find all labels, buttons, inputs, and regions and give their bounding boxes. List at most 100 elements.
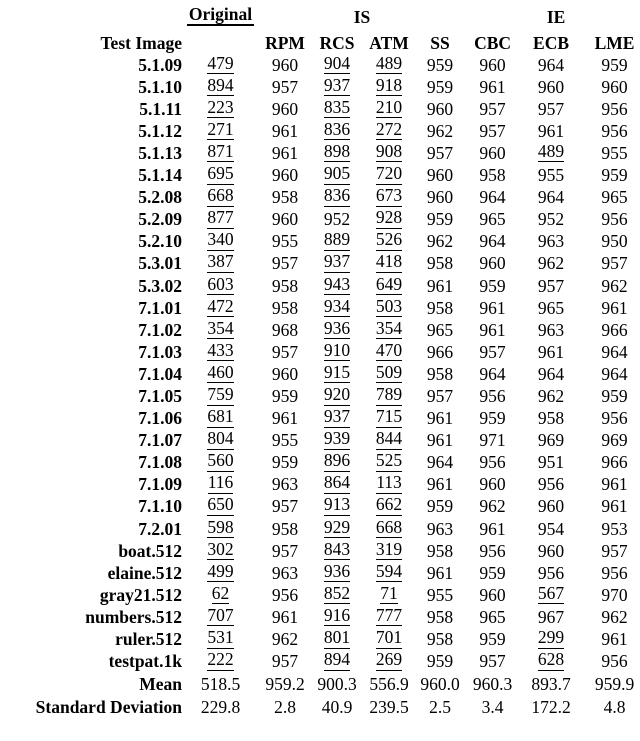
row-label: 7.1.07 [138, 430, 182, 451]
cell-cbc: 965 [465, 207, 520, 229]
cell-cbc: 964 [465, 185, 520, 207]
cell-value: 960 [271, 209, 299, 230]
cell-value: 956 [601, 562, 628, 583]
cell-value: 961 [426, 430, 454, 451]
cell-value: 852 [323, 582, 351, 605]
cell-rcs: 936 [311, 560, 363, 583]
cell-value: 387 [207, 251, 234, 273]
cell-value: 960 [426, 165, 454, 186]
cell-value: 961 [271, 408, 299, 429]
cell-lme: 953 [582, 516, 640, 538]
cell-value: 962 [601, 275, 628, 296]
cell-cbc: 971 [465, 428, 520, 450]
cell-value: 681 [207, 406, 234, 428]
cell-value: 929 [323, 516, 351, 539]
cell-value: 959 [426, 76, 454, 97]
summary-value: 2.5 [429, 697, 451, 718]
cell-value: 961 [479, 76, 506, 97]
summary-value: 959.2 [265, 674, 305, 695]
table-row: 5.3.01 387 957 937 418 958 960 962 957 [0, 251, 640, 273]
summary-value: 556.9 [369, 674, 409, 695]
summary-cell-ss: 960.0 [415, 671, 465, 694]
cell-cbc: 957 [465, 118, 520, 140]
cell-ecb: 951 [520, 450, 582, 472]
cell-value: 960 [426, 98, 454, 119]
table-row: 5.1.14 695 960 905 720 960 958 955 959 [0, 162, 640, 186]
cell-value: 957 [601, 540, 628, 561]
cell-ss: 966 [415, 339, 465, 361]
cell-value: 964 [537, 54, 565, 75]
cell-value: 960 [271, 98, 299, 119]
cell-lme: 959 [582, 162, 640, 184]
cell-value: 299 [537, 627, 565, 649]
cell-value: 961 [601, 496, 628, 517]
cell-cbc: 956 [465, 538, 520, 560]
cell-ecb: 963 [520, 317, 582, 339]
cell-value: 962 [601, 606, 628, 627]
cell-lme: 970 [582, 582, 640, 604]
cell-value: 489 [537, 140, 565, 163]
cell-value: 598 [207, 516, 234, 539]
cell-value: 957 [271, 651, 299, 672]
cell-value: 959 [271, 452, 299, 473]
cell-rcs: 864 [311, 472, 363, 494]
cell-ecb: 961 [520, 339, 582, 361]
table-row: ruler.512 531 962 801 701 958 959 299 961 [0, 626, 640, 650]
cell-value: 937 [323, 251, 351, 273]
cell-rcs: 936 [311, 317, 363, 340]
cell-ecb: 952 [520, 207, 582, 229]
cell-atm: 908 [363, 140, 415, 163]
cell-lme: 962 [582, 273, 640, 295]
cell-atm: 777 [363, 604, 415, 627]
summary-cell-lme: 959.9 [582, 671, 640, 694]
cell-ss: 961 [415, 428, 465, 450]
cell-value: 962 [426, 120, 454, 141]
table-head: Original IS IE Test Image RPM RCS ATM SS… [0, 0, 640, 52]
cell-cbc: 957 [465, 649, 520, 671]
cell-value: 354 [375, 317, 403, 340]
cell-value: 113 [376, 472, 402, 494]
cell-value: 950 [601, 231, 628, 252]
cell-value: 951 [537, 452, 565, 473]
cell-value: 302 [207, 538, 234, 561]
table-row: 5.3.02 603 958 943 649 961 959 957 962 [0, 273, 640, 296]
cell-value: 961 [479, 518, 506, 539]
cell-value: 560 [207, 450, 234, 472]
cell-ecb: 964 [520, 361, 582, 383]
summary-value: 2.8 [274, 697, 296, 718]
group-header-is: IS [259, 0, 465, 26]
cell-atm: 928 [363, 207, 415, 229]
cell-ss: 961 [415, 406, 465, 428]
cell-value: 958 [426, 363, 454, 384]
cell-value: 958 [426, 629, 454, 650]
cell-original: 871 [182, 140, 259, 163]
cell-value: 836 [323, 185, 351, 207]
cell-rpm: 958 [259, 295, 311, 317]
cell-value: 898 [323, 140, 351, 163]
cell-ss: 960 [415, 185, 465, 207]
cell-value: 962 [537, 253, 565, 274]
cell-value: 804 [207, 428, 234, 450]
cell-original: 668 [182, 185, 259, 207]
row-label: 7.1.10 [138, 496, 182, 517]
table-row: 5.1.10 894 957 937 918 959 961 960 960 [0, 74, 640, 97]
cell-value: 957 [537, 98, 565, 119]
cell-value: 960 [479, 253, 506, 274]
cell-original: 460 [182, 361, 259, 384]
cell-lme: 956 [582, 560, 640, 582]
cell-original: 433 [182, 339, 259, 362]
group-header-original-label: Original [186, 5, 255, 26]
cell-value: 953 [601, 518, 628, 539]
cell-value: 957 [601, 253, 628, 274]
table-row: 7.1.07 804 955 939 844 961 971 969 969 [0, 428, 640, 450]
cell-ecb: 489 [520, 140, 582, 163]
cell-value: 958 [271, 187, 299, 208]
cell-value: 961 [601, 474, 628, 495]
cell-rcs: 916 [311, 604, 363, 627]
cell-atm: 526 [363, 229, 415, 251]
cell-value: 970 [601, 584, 628, 605]
cell-atm: 844 [363, 428, 415, 450]
cell-value: 965 [537, 297, 565, 318]
cell-value: 965 [601, 187, 628, 208]
cell-value: 116 [207, 472, 234, 494]
